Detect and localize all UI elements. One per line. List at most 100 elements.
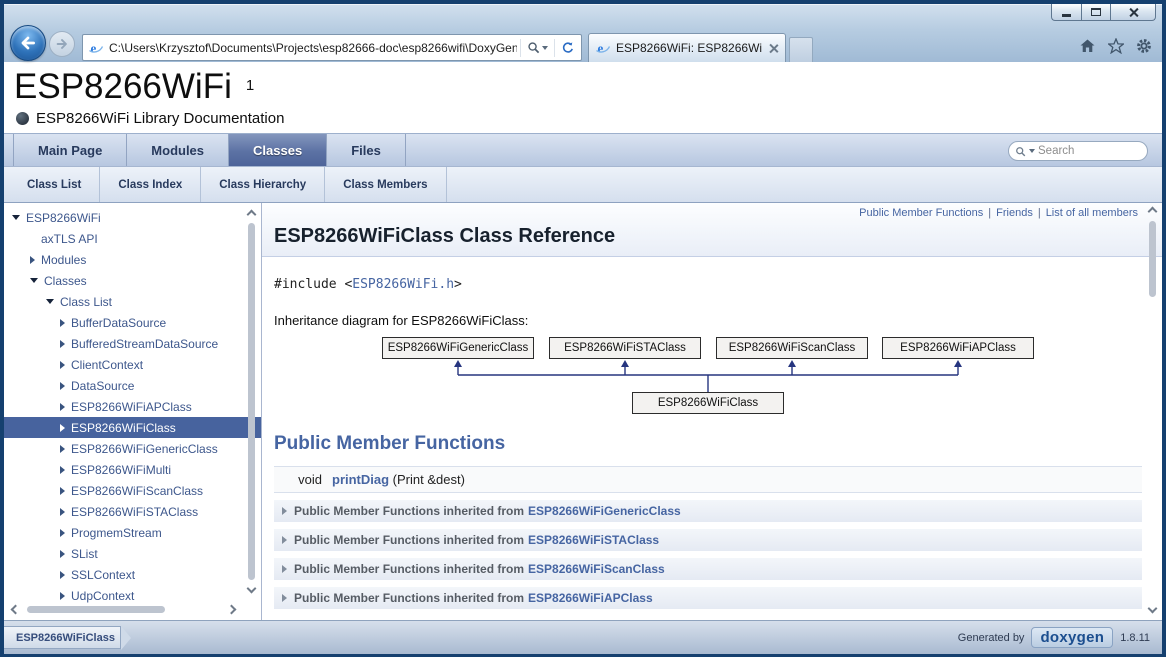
home-button[interactable] [1079, 38, 1096, 54]
close-button[interactable] [1110, 4, 1156, 21]
sidebar-item-bufferdatasource[interactable]: BufferDataSource [4, 312, 261, 333]
scrollbar-thumb[interactable] [1149, 221, 1156, 297]
summary-link-friends[interactable]: Friends [996, 207, 1033, 219]
breadcrumb-item-esp8266wificlass[interactable]: ESP8266WiFiClass [4, 626, 121, 649]
scroll-up-icon[interactable] [1148, 207, 1158, 217]
forward-button[interactable] [49, 31, 75, 57]
new-tab-button[interactable] [789, 37, 813, 62]
sidebar-item-classes[interactable]: Classes [4, 270, 261, 291]
inherited-section-staclass[interactable]: Public Member Functions inherited from E… [274, 529, 1142, 551]
search-input[interactable] [1038, 145, 1140, 157]
summary-link-public-member-functions[interactable]: Public Member Functions [859, 207, 983, 219]
diagram-node-genericclass[interactable]: ESP8266WiFiGenericClass [382, 337, 534, 359]
doc-body: #include <ESP8266WiFi.h> Inheritance dia… [262, 257, 1162, 620]
sidebar-item-bufferedstreamdatasource[interactable]: BufferedStreamDataSource [4, 333, 261, 354]
tree-arrow-right-icon[interactable] [60, 508, 65, 516]
tab-classes[interactable]: Classes [229, 134, 327, 166]
tab-modules[interactable]: Modules [127, 134, 229, 166]
browser-tab[interactable]: e ESP8266WiFi: ESP8266WiFi... [588, 33, 786, 62]
member-return-type: void [274, 472, 322, 487]
content-vertical-scrollbar[interactable] [1146, 208, 1159, 612]
tree-arrow-right-icon[interactable] [60, 403, 65, 411]
generated-by: Generated by doxygen 1.8.11 [958, 627, 1150, 648]
sidebar-item-clientcontext[interactable]: ClientContext [4, 354, 261, 375]
scrollbar-thumb[interactable] [27, 606, 165, 613]
diagram-node-apclass[interactable]: ESP8266WiFiAPClass [882, 337, 1034, 359]
tab-main-page[interactable]: Main Page [13, 134, 127, 166]
search-dropdown-button[interactable] [524, 39, 551, 56]
diagram-node-staclass[interactable]: ESP8266WiFiSTAClass [549, 337, 701, 359]
section-public-member-functions: Public Member Functions [274, 433, 1142, 455]
sidebar-horizontal-scrollbar[interactable] [12, 603, 235, 616]
tab-class-hierarchy[interactable]: Class Hierarchy [201, 167, 325, 202]
inherited-class-link[interactable]: ESP8266WiFiAPClass [528, 591, 653, 605]
tree-arrow-right-icon[interactable] [60, 445, 65, 453]
tree-arrow-down-icon[interactable] [46, 299, 54, 304]
sidebar-item-esp8266wifiscanclass[interactable]: ESP8266WiFiScanClass [4, 480, 261, 501]
tree-arrow-down-icon[interactable] [12, 215, 20, 220]
tree-arrow-right-icon[interactable] [60, 361, 65, 369]
scroll-down-icon[interactable] [1148, 604, 1158, 614]
tree-arrow-down-icon[interactable] [30, 278, 38, 283]
scroll-up-icon[interactable] [247, 210, 257, 220]
sidebar-item-esp8266wifistaclass[interactable]: ESP8266WiFiSTAClass [4, 501, 261, 522]
sidebar-item-progmemstream[interactable]: ProgmemStream [4, 522, 261, 543]
sidebar-item-modules[interactable]: Modules [4, 249, 261, 270]
tab-files[interactable]: Files [327, 134, 406, 166]
scroll-right-icon[interactable] [227, 605, 237, 615]
inherited-class-link[interactable]: ESP8266WiFiGenericClass [528, 504, 681, 518]
sidebar-item-slist[interactable]: SList [4, 543, 261, 564]
doxygen-footer: ESP8266WiFiClass Generated by doxygen 1.… [4, 620, 1162, 654]
diagram-node-scanclass[interactable]: ESP8266WiFiScanClass [716, 337, 868, 359]
member-row: void printDiag (Print &dest) [274, 466, 1142, 493]
minimize-button[interactable] [1051, 4, 1081, 21]
scroll-down-icon[interactable] [247, 584, 257, 594]
diagram-node-wificlass[interactable]: ESP8266WiFiClass [632, 392, 784, 414]
sidebar-item-class-list[interactable]: Class List [4, 291, 261, 312]
inherited-class-link[interactable]: ESP8266WiFiSTAClass [528, 533, 659, 547]
sidebar-item-esp8266wifimulti[interactable]: ESP8266WiFiMulti [4, 459, 261, 480]
sidebar-item-axtls-api[interactable]: axTLS API [4, 228, 261, 249]
inherited-section-apclass[interactable]: Public Member Functions inherited from E… [274, 587, 1142, 609]
sidebar-item-sslcontext[interactable]: SSLContext [4, 564, 261, 585]
chevron-down-icon [542, 46, 548, 50]
favorites-button[interactable] [1108, 38, 1124, 54]
refresh-button[interactable] [558, 39, 578, 57]
tree-arrow-right-icon[interactable] [60, 529, 65, 537]
tab-class-list[interactable]: Class List [9, 167, 100, 202]
sidebar-item-esp8266wifi[interactable]: ESP8266WiFi [4, 207, 261, 228]
sidebar-item-esp8266wificlass[interactable]: ESP8266WiFiClass [4, 417, 261, 438]
inherited-class-link[interactable]: ESP8266WiFiScanClass [528, 562, 665, 576]
url-input[interactable] [104, 35, 517, 60]
member-link-printdiag[interactable]: printDiag [332, 472, 389, 487]
tree-arrow-right-icon[interactable] [60, 340, 65, 348]
sidebar-item-datasource[interactable]: DataSource [4, 375, 261, 396]
scrollbar-thumb[interactable] [248, 223, 255, 580]
maximize-button[interactable] [1081, 4, 1110, 21]
tab-class-index[interactable]: Class Index [100, 167, 201, 202]
tree-arrow-right-icon[interactable] [60, 319, 65, 327]
tab-class-members[interactable]: Class Members [325, 167, 446, 202]
summary-link-all-members[interactable]: List of all members [1046, 207, 1138, 219]
tree-arrow-right-icon[interactable] [60, 571, 65, 579]
tree-arrow-right-icon[interactable] [60, 466, 65, 474]
doxygen-logo[interactable]: doxygen [1031, 627, 1113, 648]
tree-arrow-right-icon[interactable] [60, 550, 65, 558]
inherited-prefix: Public Member Functions inherited from [294, 562, 524, 576]
settings-button[interactable] [1136, 38, 1152, 54]
inherited-section-genericclass[interactable]: Public Member Functions inherited from E… [274, 500, 1142, 522]
tree-arrow-right-icon[interactable] [60, 487, 65, 495]
tree-arrow-right-icon[interactable] [60, 592, 65, 600]
scroll-left-icon[interactable] [11, 605, 21, 615]
tree-arrow-right-icon[interactable] [60, 424, 65, 432]
tree-arrow-right-icon[interactable] [30, 256, 35, 264]
back-button[interactable] [10, 25, 46, 61]
include-file-link[interactable]: ESP8266WiFi.h [352, 277, 454, 292]
sidebar-item-esp8266wifigenericclass[interactable]: ESP8266WiFiGenericClass [4, 438, 261, 459]
sidebar-item-esp8266wifiapclass[interactable]: ESP8266WiFiAPClass [4, 396, 261, 417]
inherited-section-scanclass[interactable]: Public Member Functions inherited from E… [274, 558, 1142, 580]
tree-arrow-right-icon[interactable] [60, 382, 65, 390]
tab-close-icon[interactable] [768, 43, 779, 54]
chevron-down-icon[interactable] [1029, 149, 1035, 153]
sidebar-vertical-scrollbar[interactable] [245, 211, 258, 592]
